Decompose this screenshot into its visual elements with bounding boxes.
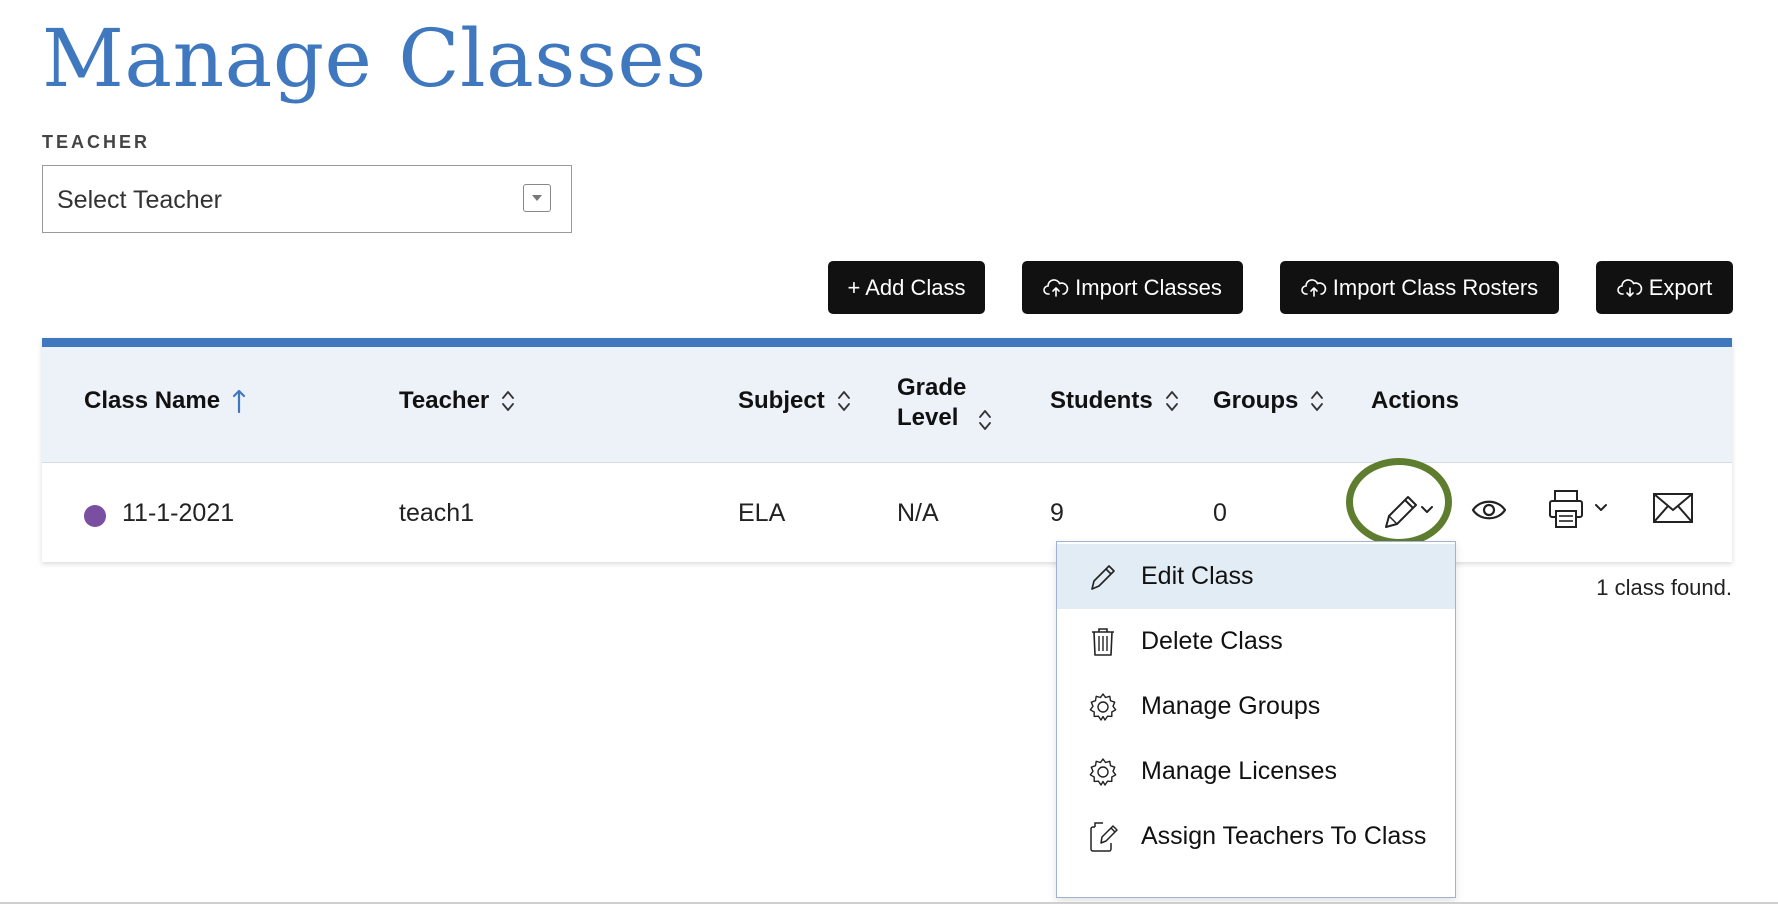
envelope-icon[interactable] — [1651, 490, 1695, 526]
cloud-upload-icon — [1301, 278, 1327, 297]
cell-groups: 0 — [1213, 499, 1227, 527]
add-class-label: + Add Class — [847, 274, 966, 300]
eye-icon[interactable] — [1471, 495, 1507, 525]
table-header-row: Class Name Teacher Subject Grade Level S… — [42, 347, 1732, 463]
menu-item-delete-class[interactable]: Delete Class — [1057, 609, 1455, 674]
highlight-ring — [1346, 458, 1452, 546]
cell-grade-level: N/A — [897, 499, 939, 527]
menu-item-label: Edit Class — [1141, 562, 1254, 590]
column-header-class-name-label: Class Name — [84, 387, 221, 414]
teacher-select-value: Select Teacher — [57, 186, 222, 214]
printer-icon — [1549, 490, 1583, 528]
sort-ascending-icon[interactable] — [232, 388, 246, 414]
column-header-grade-level-label: Grade Level — [897, 373, 966, 433]
table-accent-bar — [42, 338, 1732, 347]
class-color-dot — [84, 505, 106, 527]
menu-item-manage-groups[interactable]: Manage Groups — [1057, 674, 1455, 739]
grade-label-line1: Grade — [897, 374, 967, 401]
pencil-icon — [1091, 564, 1115, 590]
import-classes-label: Import Classes — [1075, 274, 1222, 300]
column-header-class-name[interactable]: Class Name — [84, 387, 246, 415]
page-title: Manage Classes — [42, 12, 707, 105]
column-header-actions: Actions — [1371, 387, 1459, 415]
dropdown-caret-icon[interactable] — [523, 184, 551, 212]
column-header-groups[interactable]: Groups — [1213, 387, 1324, 415]
teacher-select[interactable]: Select Teacher — [42, 165, 572, 233]
sort-toggle-icon[interactable] — [1310, 388, 1324, 414]
classes-table: Class Name Teacher Subject Grade Level S… — [42, 338, 1732, 562]
grade-label-line2: Level — [897, 404, 959, 431]
column-header-students-label: Students — [1050, 387, 1153, 414]
sort-toggle-icon[interactable] — [501, 388, 515, 414]
manage-classes-page: Manage Classes TEACHER Select Teacher + … — [0, 0, 1778, 904]
sort-toggle-icon[interactable] — [978, 407, 992, 433]
cell-subject: ELA — [738, 499, 786, 527]
chevron-down-icon — [1595, 504, 1607, 511]
assign-icon — [1090, 821, 1118, 852]
import-classes-button[interactable]: Import Classes — [1022, 261, 1243, 314]
cell-class-name[interactable]: 11-1-2021 — [122, 499, 234, 528]
add-class-button[interactable]: + Add Class — [828, 261, 985, 314]
teacher-filter-label: TEACHER — [42, 132, 151, 152]
export-button[interactable]: Export — [1596, 261, 1733, 314]
sort-toggle-icon[interactable] — [1165, 388, 1179, 414]
menu-item-manage-licenses[interactable]: Manage Licenses — [1057, 739, 1455, 804]
menu-item-label: Delete Class — [1141, 627, 1283, 655]
menu-item-label: Assign Teachers To Class — [1141, 822, 1427, 850]
menu-item-label: Manage Groups — [1141, 692, 1321, 720]
menu-item-assign-teachers[interactable]: Assign Teachers To Class — [1057, 804, 1455, 869]
column-header-students[interactable]: Students — [1050, 387, 1179, 415]
import-class-rosters-button[interactable]: Import Class Rosters — [1280, 261, 1559, 314]
column-header-actions-label: Actions — [1371, 387, 1460, 414]
results-count: 1 class found. — [1596, 575, 1732, 600]
column-header-teacher[interactable]: Teacher — [399, 387, 515, 415]
column-header-teacher-label: Teacher — [399, 387, 490, 414]
trash-icon — [1092, 627, 1114, 656]
edit-actions-dropdown: Edit Class Delete Class Manage Groups Ma… — [1056, 541, 1456, 898]
column-header-subject-label: Subject — [738, 387, 825, 414]
gear-icon — [1089, 757, 1117, 786]
column-header-grade-level[interactable]: Grade Level — [897, 373, 992, 433]
sort-toggle-icon[interactable] — [837, 388, 851, 414]
print-menu-toggle[interactable] — [1547, 487, 1613, 531]
menu-item-label: Manage Licenses — [1141, 757, 1337, 785]
cloud-upload-icon — [1043, 278, 1069, 297]
cell-students: 9 — [1050, 499, 1064, 527]
gear-icon — [1089, 692, 1117, 721]
column-header-subject[interactable]: Subject — [738, 387, 851, 415]
cell-teacher: teach1 — [399, 499, 475, 527]
cloud-download-icon — [1616, 278, 1642, 297]
export-label: Export — [1648, 274, 1713, 300]
menu-item-edit-class[interactable]: Edit Class — [1057, 544, 1455, 609]
table-row[interactable]: 11-1-2021 teach1 ELA N/A 9 0 — [42, 463, 1732, 562]
import-class-rosters-label: Import Class Rosters — [1332, 274, 1539, 300]
column-header-groups-label: Groups — [1213, 387, 1299, 414]
